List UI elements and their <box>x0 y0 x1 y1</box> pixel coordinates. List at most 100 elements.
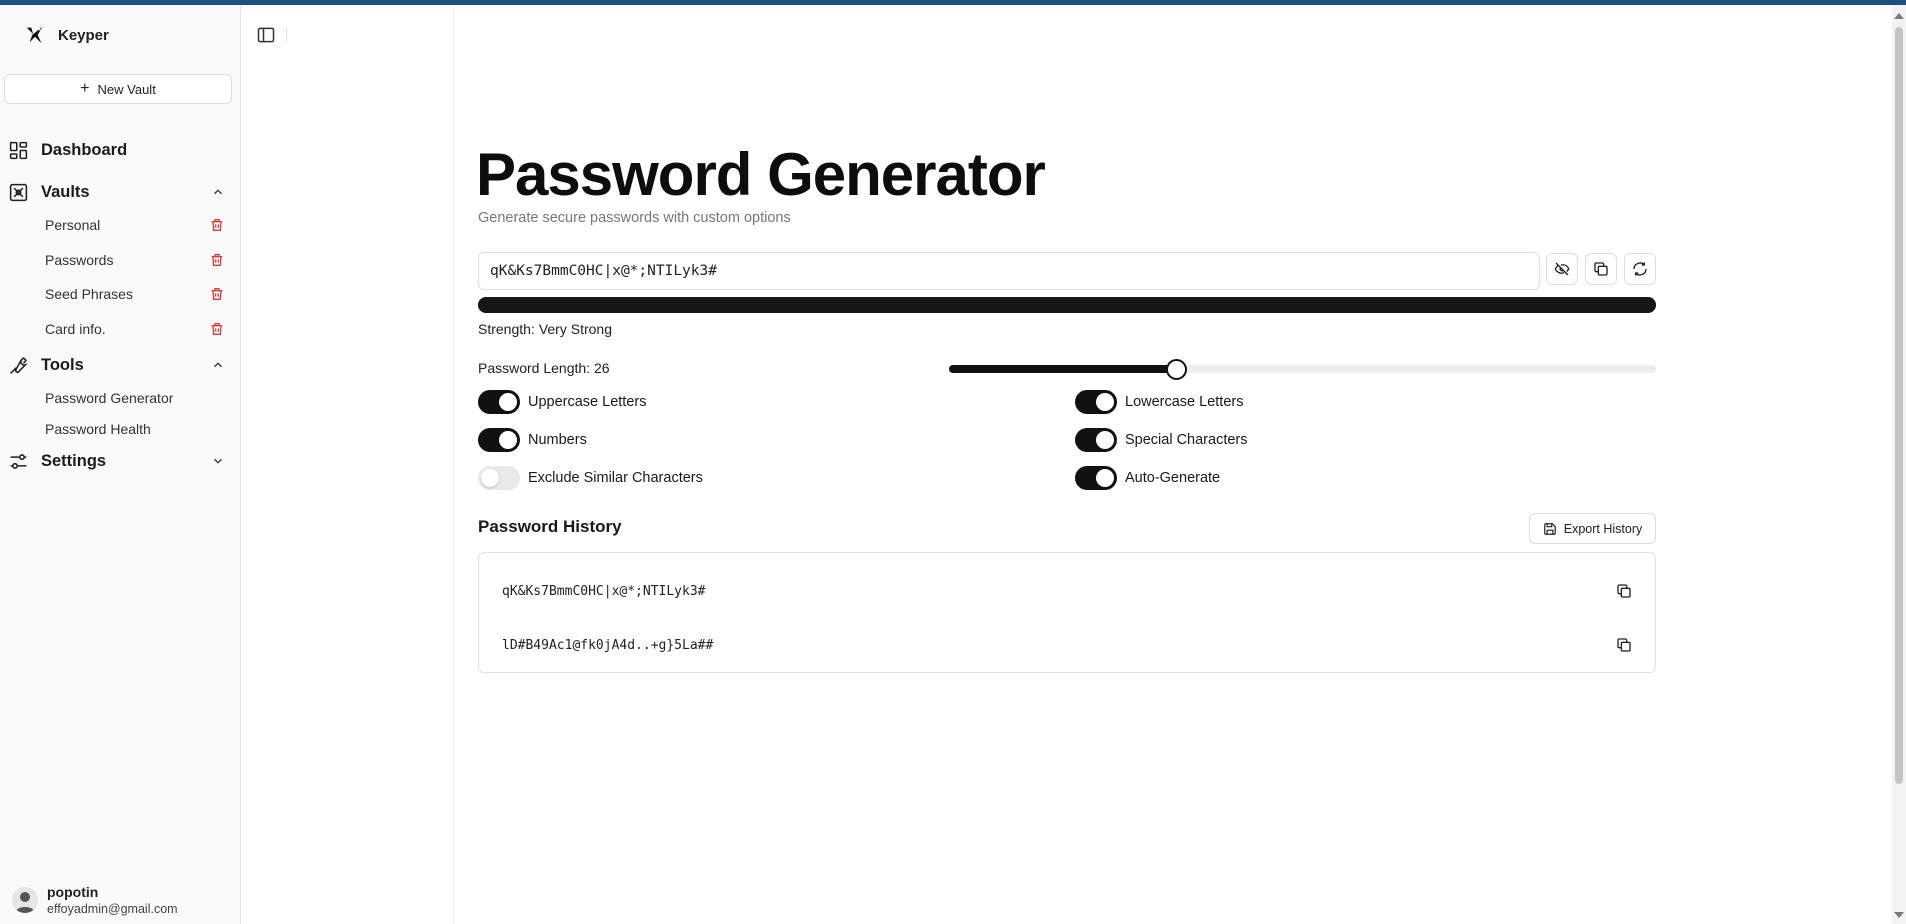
option-lowercase[interactable]: Lowercase Letters <box>1075 390 1243 414</box>
new-vault-label: New Vault <box>97 81 156 97</box>
nav-dashboard[interactable]: Dashboard <box>7 135 225 165</box>
vault-icon <box>7 181 29 203</box>
length-label-text: Password Length: <box>478 360 591 376</box>
copy-icon <box>1594 262 1608 276</box>
option-special[interactable]: Special Characters <box>1075 428 1248 452</box>
password-history-list: qK&Ks7BmmC0HC|x@*;NTILyk3# lD#B49Ac1@fk0… <box>478 552 1656 673</box>
export-history-label: Export History <box>1563 521 1643 536</box>
history-password: lD#B49Ac1@fk0jA4d..+g}5La## <box>502 637 714 653</box>
toggle-knob <box>1096 469 1114 487</box>
sidebar-item-seed-phrases[interactable]: Seed Phrases <box>45 282 225 306</box>
wrench-icon <box>7 354 29 376</box>
length-value: 26 <box>593 360 610 376</box>
regenerate-button[interactable] <box>1624 253 1656 285</box>
length-slider-thumb[interactable] <box>1166 359 1188 380</box>
new-vault-button[interactable]: + New Vault <box>4 74 232 104</box>
chevron-up-icon[interactable] <box>211 185 225 199</box>
nav-dashboard-label: Dashboard <box>41 140 128 159</box>
keyper-logo-icon <box>26 26 43 44</box>
length-slider-fill <box>949 365 1177 373</box>
content-divider <box>453 5 454 924</box>
option-label: Auto-Generate <box>1125 470 1221 486</box>
nav-settings[interactable]: Settings <box>7 446 225 476</box>
option-label: Lowercase Letters <box>1125 394 1244 410</box>
strength-value: Very Strong <box>538 321 612 337</box>
strength-meter-fill <box>478 297 1656 313</box>
tool-item-label: Password Generator <box>45 390 174 406</box>
user-profile[interactable]: popotin effoyadmin@gmail.com <box>12 884 178 916</box>
password-history-title: Password History <box>478 517 622 536</box>
window-top-accent-bar <box>0 0 1906 5</box>
brand[interactable]: Keyper <box>24 24 109 46</box>
option-uppercase[interactable]: Uppercase Letters <box>478 390 646 414</box>
generated-password-field[interactable]: qK&Ks7BmmC0HC|x@*;NTILyk3# <box>478 252 1540 290</box>
option-label: Special Characters <box>1125 432 1248 448</box>
trash-icon[interactable] <box>209 217 225 233</box>
nav-vaults-label: Vaults <box>41 182 90 201</box>
sidebar-item-card-info[interactable]: Card info. <box>45 317 225 341</box>
toggle-knob <box>481 469 499 487</box>
option-label: Exclude Similar Characters <box>528 470 703 486</box>
header-divider <box>286 28 287 42</box>
list-item: lD#B49Ac1@fk0jA4d..+g}5La## <box>502 633 1632 657</box>
user-avatar-icon <box>15 892 35 913</box>
eye-off-icon <box>1554 262 1570 276</box>
user-name: popotin <box>47 884 99 900</box>
exclude-similar-toggle[interactable] <box>478 466 520 490</box>
copy-icon[interactable] <box>1616 583 1632 599</box>
tool-item-label: Password Health <box>45 421 151 437</box>
chevron-down-icon[interactable] <box>211 454 225 468</box>
page-title: Password Generator <box>476 141 1046 208</box>
copy-icon[interactable] <box>1616 637 1632 653</box>
sidebar-item-personal[interactable]: Personal <box>45 213 225 237</box>
refresh-icon <box>1633 262 1647 276</box>
lowercase-toggle[interactable] <box>1075 390 1117 414</box>
option-auto-generate[interactable]: Auto-Generate <box>1075 466 1220 490</box>
nav-vaults[interactable]: Vaults <box>7 177 225 207</box>
avatar <box>12 887 38 913</box>
auto-generate-toggle[interactable] <box>1075 466 1117 490</box>
sidebar-item-passwords[interactable]: Passwords <box>45 248 225 272</box>
option-exclude-similar[interactable]: Exclude Similar Characters <box>478 466 703 490</box>
plus-icon: + <box>80 80 90 97</box>
option-label: Uppercase Letters <box>528 394 647 410</box>
sliders-icon <box>7 450 29 472</box>
option-numbers[interactable]: Numbers <box>478 428 587 452</box>
vault-item-label: Passwords <box>45 252 114 268</box>
history-password: qK&Ks7BmmC0HC|x@*;NTILyk3# <box>502 583 706 599</box>
user-email: effoyadmin@gmail.com <box>47 902 178 916</box>
strength-meter <box>478 297 1656 313</box>
scroll-down-arrow-icon[interactable] <box>1894 912 1904 918</box>
save-icon <box>1543 522 1556 535</box>
scroll-up-arrow-icon[interactable] <box>1894 13 1904 19</box>
chevron-up-icon[interactable] <box>211 358 225 372</box>
copy-password-button[interactable] <box>1585 253 1617 285</box>
nav-tools-label: Tools <box>41 355 84 374</box>
toggle-knob <box>1096 431 1114 449</box>
numbers-toggle[interactable] <box>478 428 520 452</box>
toggle-knob <box>499 431 517 449</box>
export-history-button[interactable]: Export History <box>1529 513 1656 544</box>
special-characters-toggle[interactable] <box>1075 428 1117 452</box>
dashboard-icon <box>7 139 29 161</box>
password-length-label: Password Length: 26 <box>478 360 610 376</box>
uppercase-toggle[interactable] <box>478 390 520 414</box>
trash-icon[interactable] <box>209 321 225 337</box>
toggle-visibility-button[interactable] <box>1546 253 1578 285</box>
length-slider-track[interactable] <box>949 365 1656 373</box>
sidebar-item-password-generator[interactable]: Password Generator <box>45 386 225 410</box>
page-scrollbar[interactable] <box>1892 5 1906 924</box>
list-item: qK&Ks7BmmC0HC|x@*;NTILyk3# <box>502 579 1632 603</box>
trash-icon[interactable] <box>209 286 225 302</box>
sidebar: Keyper + New Vault Dashboard Vaults Pers… <box>0 5 241 924</box>
nav-tools[interactable]: Tools <box>7 350 225 380</box>
page-subtitle: Generate secure passwords with custom op… <box>478 210 791 226</box>
strength-text: Strength: Very Strong <box>478 321 612 337</box>
scrollbar-thumb[interactable] <box>1895 27 1903 784</box>
sidebar-item-password-health[interactable]: Password Health <box>45 417 225 441</box>
vault-item-label: Card info. <box>45 321 106 337</box>
trash-icon[interactable] <box>209 252 225 268</box>
vault-item-label: Personal <box>45 217 101 233</box>
sidebar-toggle-icon[interactable] <box>256 25 276 45</box>
vault-item-label: Seed Phrases <box>45 286 133 302</box>
